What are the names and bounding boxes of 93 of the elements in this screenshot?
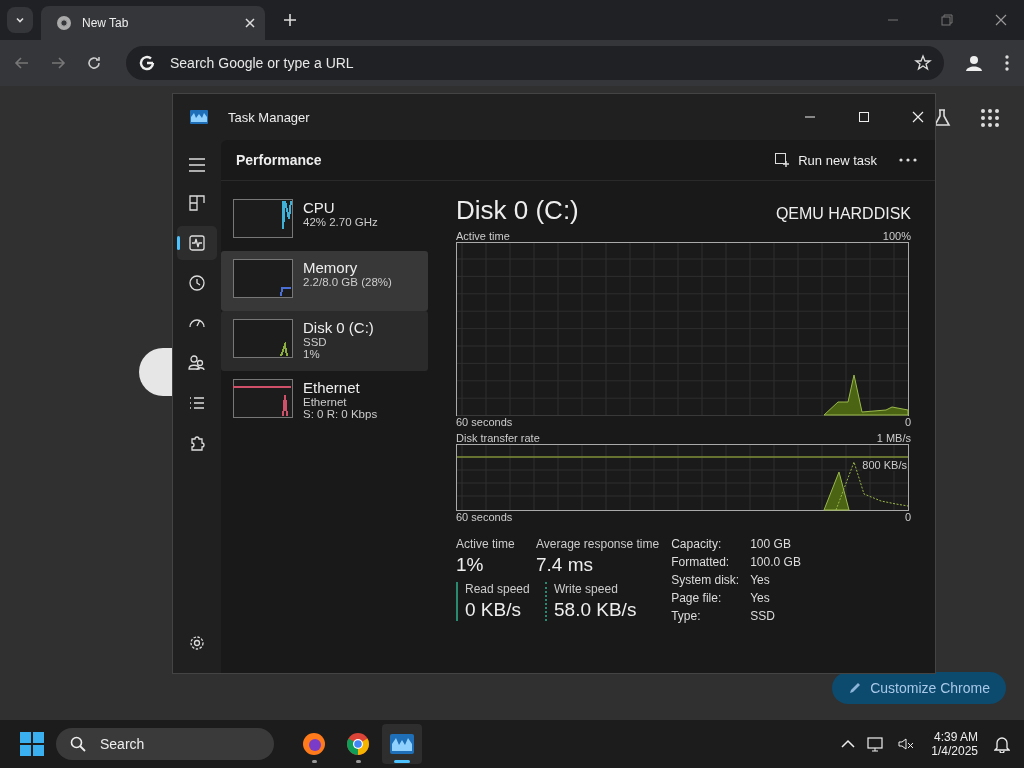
- task-manager-icon: [390, 734, 414, 754]
- property-value: SSD: [750, 609, 776, 623]
- apps-grid-icon[interactable]: [981, 109, 999, 127]
- run-new-task-button[interactable]: Run new task: [768, 148, 883, 172]
- speaker-muted-icon[interactable]: [897, 736, 916, 752]
- stat-value: 58.0 KB/s: [554, 599, 637, 621]
- tab-title: New Tab: [82, 16, 130, 30]
- search-input[interactable]: Search: [98, 735, 252, 753]
- device-detail: 2.2/8.0 GB (28%): [303, 276, 392, 288]
- property-value: Yes: [750, 591, 771, 605]
- mini-graph: [233, 259, 293, 298]
- stat-label: Write speed: [554, 582, 619, 596]
- stat-value: 0 KB/s: [465, 599, 522, 621]
- pulse-icon: [188, 234, 206, 252]
- device-name: Disk 0 (C:): [303, 319, 374, 336]
- monitor-icon[interactable]: [867, 736, 886, 752]
- tab-search-button[interactable]: [7, 7, 33, 33]
- graph-min: 0: [904, 416, 911, 428]
- new-task-icon: [774, 152, 791, 168]
- stat-label: Active time: [456, 537, 516, 551]
- disk-title: Disk 0 (C:): [456, 195, 579, 226]
- device-detail: 1%: [303, 348, 321, 360]
- taskbar-search-field[interactable]: Search: [56, 728, 274, 760]
- device-detail: SSD: [303, 336, 328, 348]
- mini-graph: [233, 199, 293, 238]
- property-label: System disk:: [671, 573, 741, 587]
- reload-icon[interactable]: [86, 55, 102, 71]
- chrome-logo-icon: [346, 732, 370, 756]
- property-value: 100.0 GB: [750, 555, 801, 569]
- clock[interactable]: 4:39 AM 1/4/2025: [927, 730, 982, 758]
- chrome-logo-icon: [56, 15, 72, 31]
- device-item[interactable]: Disk 0 (C:) SSD 1%: [221, 311, 428, 371]
- restore-icon[interactable]: [941, 14, 953, 26]
- address-bar[interactable]: Search Google or type a URL: [126, 46, 944, 80]
- google-g-icon: [138, 54, 156, 72]
- browser-tab[interactable]: New Tab: [41, 6, 265, 40]
- graph-label: Active time: [456, 230, 510, 242]
- star-icon[interactable]: [914, 54, 932, 72]
- graph-span: 60 seconds: [456, 416, 513, 428]
- graph-min: 0: [904, 511, 911, 523]
- forward-icon[interactable]: [50, 55, 66, 71]
- close-icon[interactable]: [995, 14, 1007, 26]
- profile-icon[interactable]: [964, 53, 984, 73]
- stat-label: Read speed: [465, 582, 531, 596]
- clock-icon: [188, 274, 206, 292]
- device-detail: Ethernet: [303, 396, 348, 408]
- bell-icon[interactable]: [994, 735, 1010, 753]
- grid-icon: [188, 194, 206, 212]
- mini-graph: [233, 319, 293, 358]
- property-label: Formatted:: [671, 555, 731, 569]
- graph-label: Disk transfer rate: [456, 432, 540, 444]
- chevron-up-icon[interactable]: [841, 739, 856, 749]
- taskbar-app[interactable]: [382, 724, 422, 764]
- property-value: Yes: [750, 573, 771, 587]
- list-icon: [188, 394, 206, 412]
- graph-marker: 800 KB/s: [862, 459, 907, 471]
- graph-span: 60 seconds: [456, 511, 513, 523]
- more-icon[interactable]: [1004, 54, 1010, 72]
- device-item[interactable]: Ethernet Ethernet S: 0 R: 0 Kbps: [221, 371, 428, 431]
- graph-max: 100%: [882, 230, 911, 242]
- users-icon: [188, 354, 206, 372]
- device-item[interactable]: Memory 2.2/8.0 GB (28%): [221, 251, 428, 311]
- device-name: CPU: [303, 199, 336, 216]
- device-detail: S: 0 R: 0 Kbps: [303, 408, 378, 420]
- window-title: Task Manager: [228, 109, 310, 125]
- search-icon: [70, 736, 86, 752]
- device-name: Ethernet: [303, 379, 361, 396]
- property-label: Capacity:: [671, 537, 723, 551]
- mini-graph: [233, 379, 293, 418]
- disk-model: QEMU HARDDISK: [775, 205, 911, 223]
- graph-max: 1 MB/s: [876, 432, 911, 444]
- stat-value: 7.4 ms: [536, 554, 595, 576]
- stat-value: 1%: [456, 554, 485, 576]
- back-icon[interactable]: [14, 55, 30, 71]
- task-manager-icon: [190, 110, 208, 124]
- device-detail: 42% 2.70 GHz: [303, 216, 378, 228]
- property-label: Page file:: [671, 591, 723, 605]
- device-name: Memory: [303, 259, 359, 276]
- property-label: Type:: [671, 609, 702, 623]
- menu-icon[interactable]: [188, 158, 206, 172]
- property-value: 100 GB: [750, 537, 792, 551]
- puzzle-icon: [188, 434, 206, 452]
- settings-icon[interactable]: [189, 635, 205, 651]
- stat-label: Average response time: [536, 537, 660, 551]
- more-icon[interactable]: [899, 158, 917, 162]
- device-item[interactable]: CPU 42% 2.70 GHz: [221, 191, 428, 251]
- new-tab-icon[interactable]: [283, 13, 297, 27]
- start-icon[interactable]: [20, 732, 44, 756]
- customize-chrome-button[interactable]: Customize Chrome: [832, 672, 1006, 704]
- nav-item[interactable]: [177, 226, 217, 260]
- maximize-icon[interactable]: [858, 111, 870, 123]
- pencil-icon: [848, 681, 863, 695]
- page-title: Performance: [236, 152, 322, 168]
